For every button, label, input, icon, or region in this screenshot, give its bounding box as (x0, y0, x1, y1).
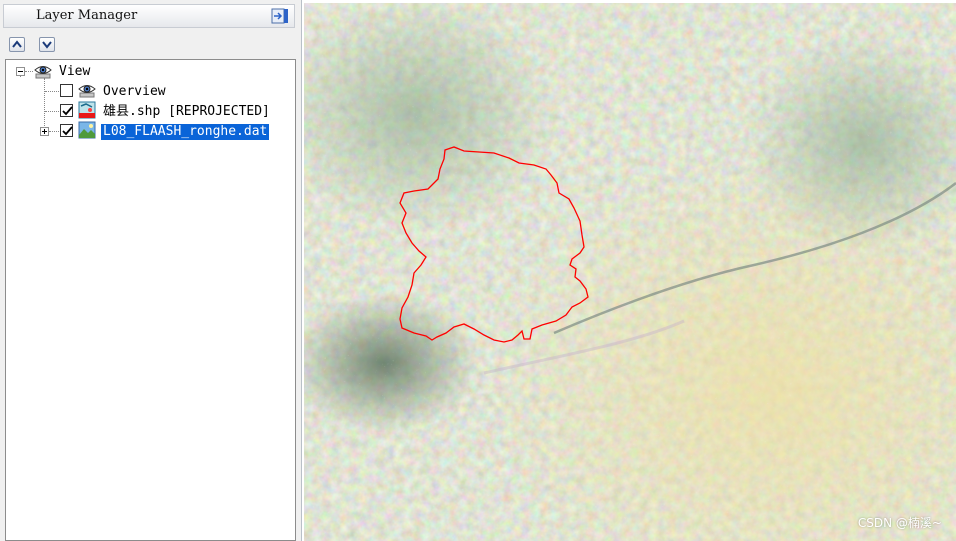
view-collapse-toggle[interactable] (16, 67, 25, 76)
layer-tree: View Overview 雄县.shp [REPROJECTED] L08_F… (5, 59, 296, 541)
move-layer-up-button[interactable] (9, 37, 25, 52)
overview-checkbox[interactable] (60, 84, 73, 97)
raster-layer-icon (78, 121, 96, 139)
eye-icon (34, 66, 52, 79)
vector-layer-icon (78, 101, 96, 119)
tree-item-shapefile-label[interactable]: 雄县.shp [REPROJECTED] (103, 104, 270, 120)
move-up-icon (12, 40, 22, 48)
tree-item-raster-label[interactable]: L08_FLAASH_ronghe.dat (101, 124, 270, 140)
move-down-icon (42, 41, 52, 49)
watermark-text: CSDN @楠溪~ (857, 516, 942, 530)
layer-manager-panel: Layer Manager View Overview 雄县.shp [REPR… (0, 0, 302, 541)
panel-title: Layer Manager (36, 8, 138, 23)
tree-root-view-label[interactable]: View (59, 64, 90, 80)
panel-titlebar: Layer Manager (3, 4, 295, 28)
move-layer-down-button[interactable] (39, 37, 55, 52)
checkmark-icon (62, 106, 73, 116)
raster-expand-toggle[interactable] (40, 127, 49, 136)
eye-icon (78, 85, 96, 98)
tree-item-overview-label[interactable]: Overview (103, 84, 166, 100)
satellite-image (304, 3, 956, 541)
checkmark-icon (62, 126, 73, 136)
shapefile-layer-checkbox[interactable] (60, 104, 73, 117)
map-view[interactable]: CSDN @楠溪~ (304, 3, 956, 541)
raster-layer-checkbox[interactable] (60, 124, 73, 137)
dock-panel-icon[interactable] (271, 7, 289, 25)
